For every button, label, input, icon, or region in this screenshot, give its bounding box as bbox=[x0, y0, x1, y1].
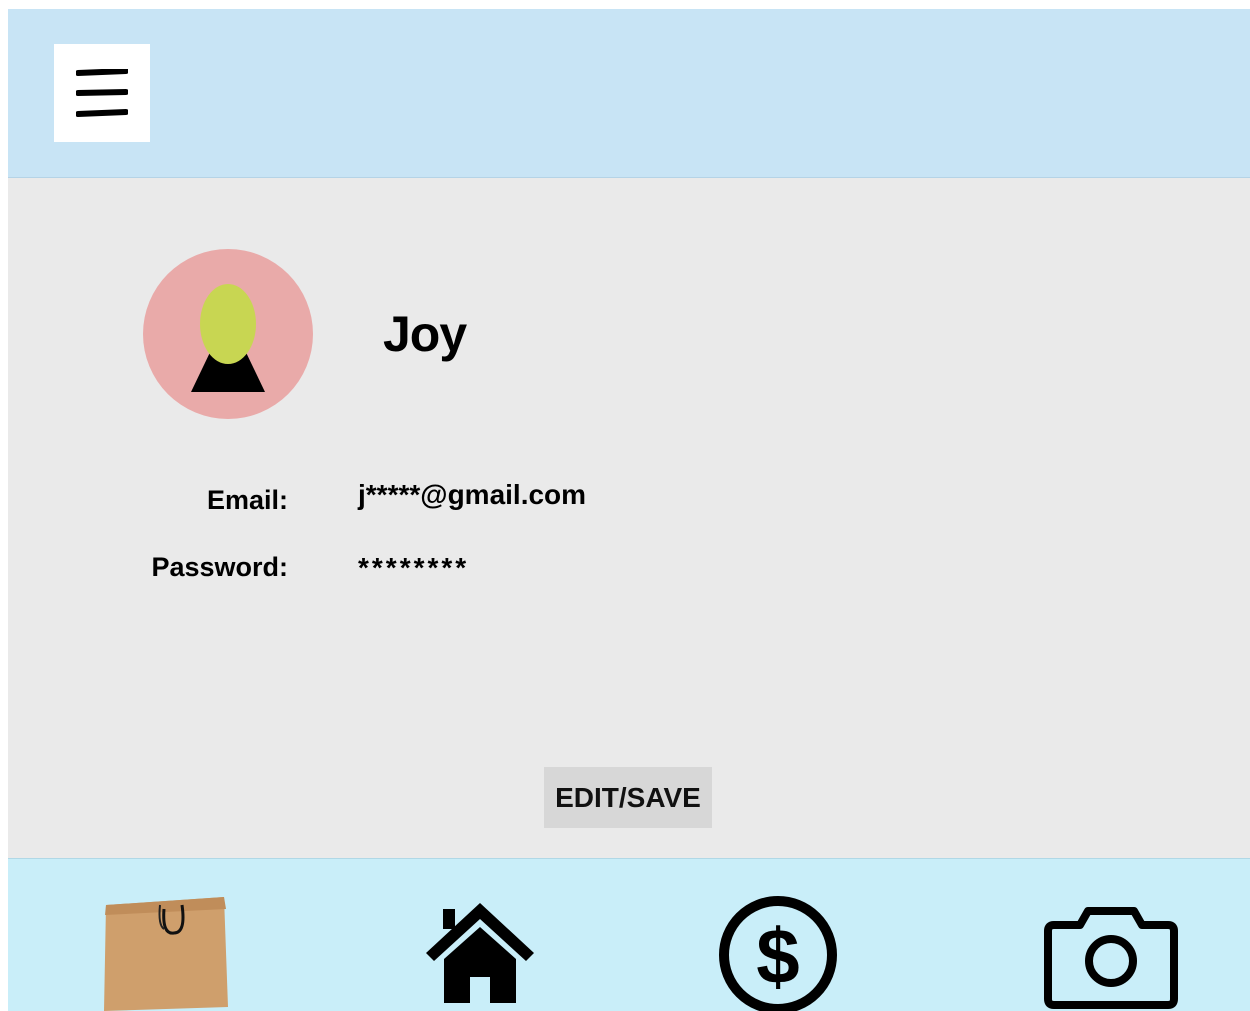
password-value: ******** bbox=[358, 552, 470, 583]
profile-screen: Joy Email: j*****@gmail.com Password: **… bbox=[8, 9, 1250, 1011]
menu-button[interactable] bbox=[54, 44, 150, 142]
svg-text:$: $ bbox=[756, 912, 799, 1000]
password-label: Password: bbox=[151, 552, 288, 582]
home-icon[interactable] bbox=[426, 903, 534, 1003]
shopping-bag-icon[interactable] bbox=[100, 895, 230, 1011]
user-avatar-icon[interactable] bbox=[143, 249, 313, 419]
top-bar bbox=[8, 9, 1250, 178]
hamburger-menu-icon bbox=[76, 69, 128, 117]
camera-icon[interactable] bbox=[1044, 907, 1178, 1009]
edit-save-button[interactable]: EDIT/SAVE bbox=[544, 767, 712, 828]
email-value: j*****@gmail.com bbox=[358, 479, 587, 510]
bottom-nav: $ bbox=[8, 858, 1250, 1011]
profile-name: Joy bbox=[383, 306, 467, 362]
email-label: Email: bbox=[206, 485, 288, 515]
dollar-circle-icon[interactable]: $ bbox=[719, 896, 837, 1011]
